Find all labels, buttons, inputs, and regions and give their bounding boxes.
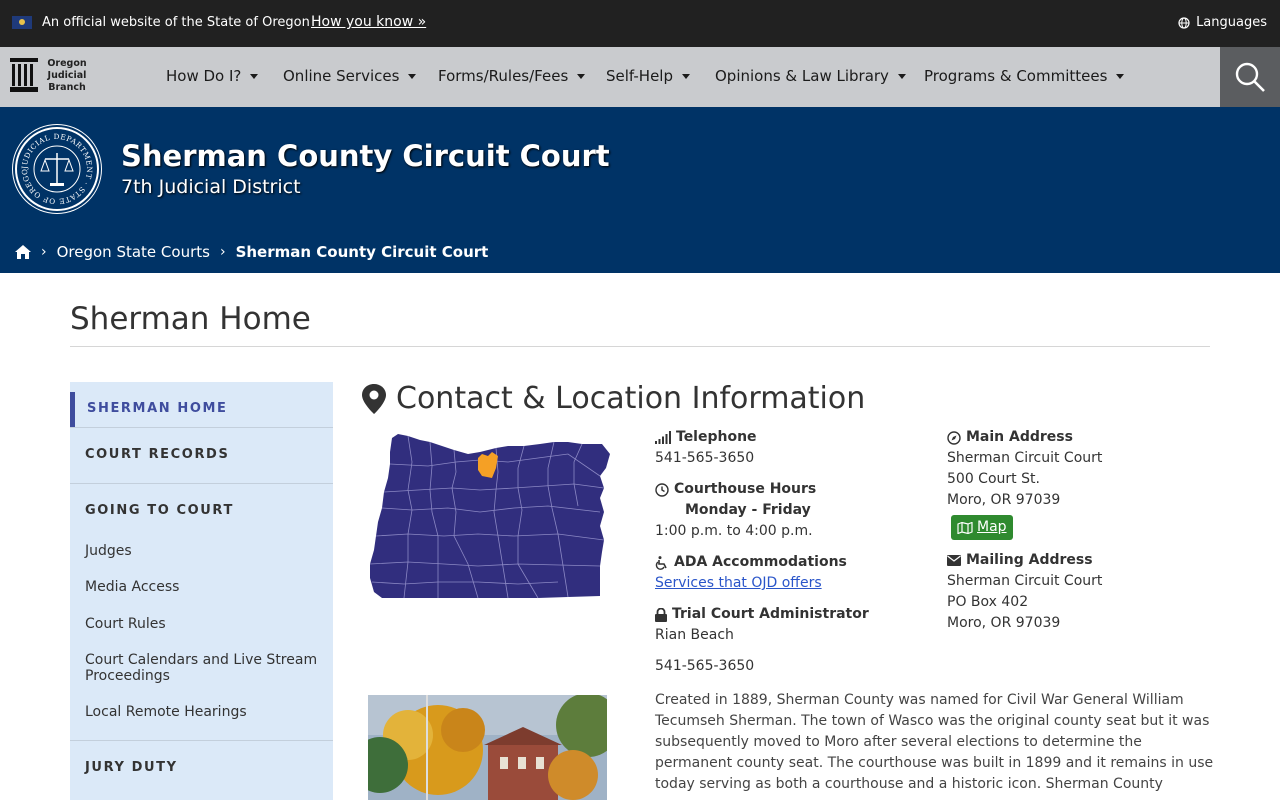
envelope-icon: [947, 554, 961, 566]
sidebar-link-media-access[interactable]: Media Access: [85, 579, 325, 595]
mailing-address-heading: Mailing Address: [947, 550, 1207, 571]
nav-online-services[interactable]: Online Services: [283, 67, 417, 85]
court-title: Sherman County Circuit Court: [121, 139, 610, 173]
breadcrumb-current: Sherman County Circuit Court: [235, 243, 489, 261]
caret-down-icon: [1116, 73, 1125, 79]
svg-text:JUDICIAL DEPARTMENT · STATE OF: JUDICIAL DEPARTMENT · STATE OF OREGON: [17, 129, 94, 206]
telephone-label: Telephone: [676, 429, 757, 445]
main-address-line: Sherman Circuit Court: [947, 450, 1103, 466]
lock-icon: [655, 607, 667, 622]
oregon-flag-icon: [12, 16, 32, 29]
sidebar-divider: [70, 483, 333, 484]
mailing-address-label: Mailing Address: [966, 551, 1093, 568]
nav-opinions-law-library[interactable]: Opinions & Law Library: [715, 67, 906, 85]
nav-how-do-i[interactable]: How Do I?: [166, 67, 259, 85]
main-address-line: Moro, OR 97039: [947, 492, 1061, 508]
logo-line: Oregon: [47, 58, 87, 69]
telephone-heading: Telephone: [655, 427, 925, 448]
caret-down-icon: [408, 73, 417, 79]
mailing-address-line: Sherman Circuit Court: [947, 572, 1103, 589]
tca-phone: 541-565-3650: [655, 658, 755, 674]
sidebar-divider: [70, 427, 333, 428]
compass-icon: [947, 430, 961, 445]
nav-self-help[interactable]: Self-Help: [606, 67, 690, 85]
search-icon: [1235, 62, 1265, 92]
languages-button[interactable]: Languages: [1178, 15, 1267, 30]
divider: [70, 346, 1210, 347]
main-address-heading: Main Address: [947, 427, 1207, 448]
logo-line: Branch: [48, 82, 86, 93]
ada-services-link[interactable]: Services that OJD offers: [655, 575, 822, 591]
tca-heading: Trial Court Administrator: [655, 604, 925, 625]
oregon-county-map: [369, 434, 610, 599]
contact-column-1: Telephone 541-565-3650 Courthouse Hours …: [655, 427, 925, 677]
sidebar-link-court-calendars[interactable]: Court Calendars and Live Stream Proceedi…: [85, 652, 325, 684]
sidebar-item-going-to-court[interactable]: GOING TO COURT: [85, 503, 234, 518]
tca-name: Rian Beach: [655, 627, 734, 643]
search-button[interactable]: [1220, 47, 1280, 107]
sidebar-divider: [70, 740, 333, 741]
columns-logo-icon: [10, 58, 38, 92]
sidebar-item-jury-duty[interactable]: JURY DUTY: [85, 760, 178, 775]
sidebar-link-court-rules[interactable]: Court Rules: [85, 616, 325, 632]
mailing-address-line: PO Box 402: [947, 593, 1029, 610]
caret-down-icon: [682, 73, 690, 79]
breadcrumb: › Oregon State Courts › Sherman County C…: [15, 243, 488, 261]
main-address-label: Main Address: [966, 429, 1073, 445]
hours-label: Courthouse Hours: [674, 481, 817, 497]
chevron-right-icon: ›: [219, 244, 226, 260]
signal-icon: [655, 431, 671, 444]
sidebar-item-sherman-home[interactable]: SHERMAN HOME: [87, 401, 228, 416]
map-button[interactable]: Map: [951, 515, 1013, 540]
map-marker-icon: [362, 383, 386, 414]
hours-days: Monday - Friday: [685, 502, 811, 518]
home-icon[interactable]: [15, 245, 31, 259]
how-you-know-link[interactable]: How you know »: [311, 14, 426, 30]
official-banner: An official website of the State of Oreg…: [0, 0, 1280, 47]
court-description: Created in 1889, Sherman County was name…: [655, 692, 1214, 792]
logo-text[interactable]: Oregon Judicial Branch: [44, 58, 90, 94]
ojd-logo[interactable]: [10, 58, 38, 92]
nav-label: How Do I?: [166, 67, 242, 85]
courthouse-photo: [368, 695, 607, 800]
nav-label: Forms/Rules/Fees: [438, 67, 569, 85]
contact-column-2: Main Address Sherman Circuit Court 500 C…: [947, 427, 1207, 634]
sidebar-link-judges[interactable]: Judges: [85, 543, 325, 559]
nav-label: Self-Help: [606, 67, 673, 85]
wheelchair-icon: [655, 555, 667, 570]
page-title: Sherman Home: [70, 301, 311, 337]
telephone-number: 541-565-3650: [655, 450, 755, 466]
tca-label: Trial Court Administrator: [672, 606, 869, 622]
nav-forms-rules-fees[interactable]: Forms/Rules/Fees: [438, 67, 586, 85]
court-subtitle: 7th Judicial District: [121, 176, 301, 198]
state-seal-logo: JUDICIAL DEPARTMENT · STATE OF OREGON: [14, 122, 99, 211]
caret-down-icon: [577, 73, 586, 79]
official-site-text: An official website of the State of Oreg…: [42, 15, 310, 30]
mailing-address-line: Moro, OR 97039: [947, 614, 1061, 631]
main-address-line: 500 Court St.: [947, 471, 1040, 487]
map-button-label: Map: [977, 519, 1007, 535]
languages-label: Languages: [1196, 15, 1267, 30]
caret-down-icon: [897, 73, 906, 79]
chevron-right-icon: ›: [41, 244, 47, 260]
ada-heading: ADA Accommodations: [655, 552, 925, 573]
nav-programs-committees[interactable]: Programs & Committees: [924, 67, 1125, 85]
caret-down-icon: [250, 73, 259, 79]
contact-heading-text: Contact & Location Information: [396, 381, 866, 416]
map-icon: [957, 521, 973, 534]
sidebar-item-court-records[interactable]: COURT RECORDS: [85, 447, 229, 462]
nav-label: Programs & Committees: [924, 67, 1108, 85]
contact-heading: Contact & Location Information: [362, 381, 865, 416]
clock-icon: [655, 482, 669, 497]
nav-label: Online Services: [283, 67, 400, 85]
seal-icon: JUDICIAL DEPARTMENT · STATE OF OREGON: [14, 122, 94, 206]
logo-line: Judicial: [47, 70, 87, 81]
sidebar-link-local-remote-hearings[interactable]: Local Remote Hearings: [85, 704, 325, 720]
ada-label: ADA Accommodations: [674, 554, 847, 570]
hours-time: 1:00 p.m. to 4:00 p.m.: [655, 523, 813, 539]
globe-icon: [1178, 16, 1190, 29]
hours-heading: Courthouse Hours: [655, 479, 925, 500]
breadcrumb-oregon-state-courts[interactable]: Oregon State Courts: [57, 243, 210, 261]
nav-label: Opinions & Law Library: [715, 67, 889, 85]
